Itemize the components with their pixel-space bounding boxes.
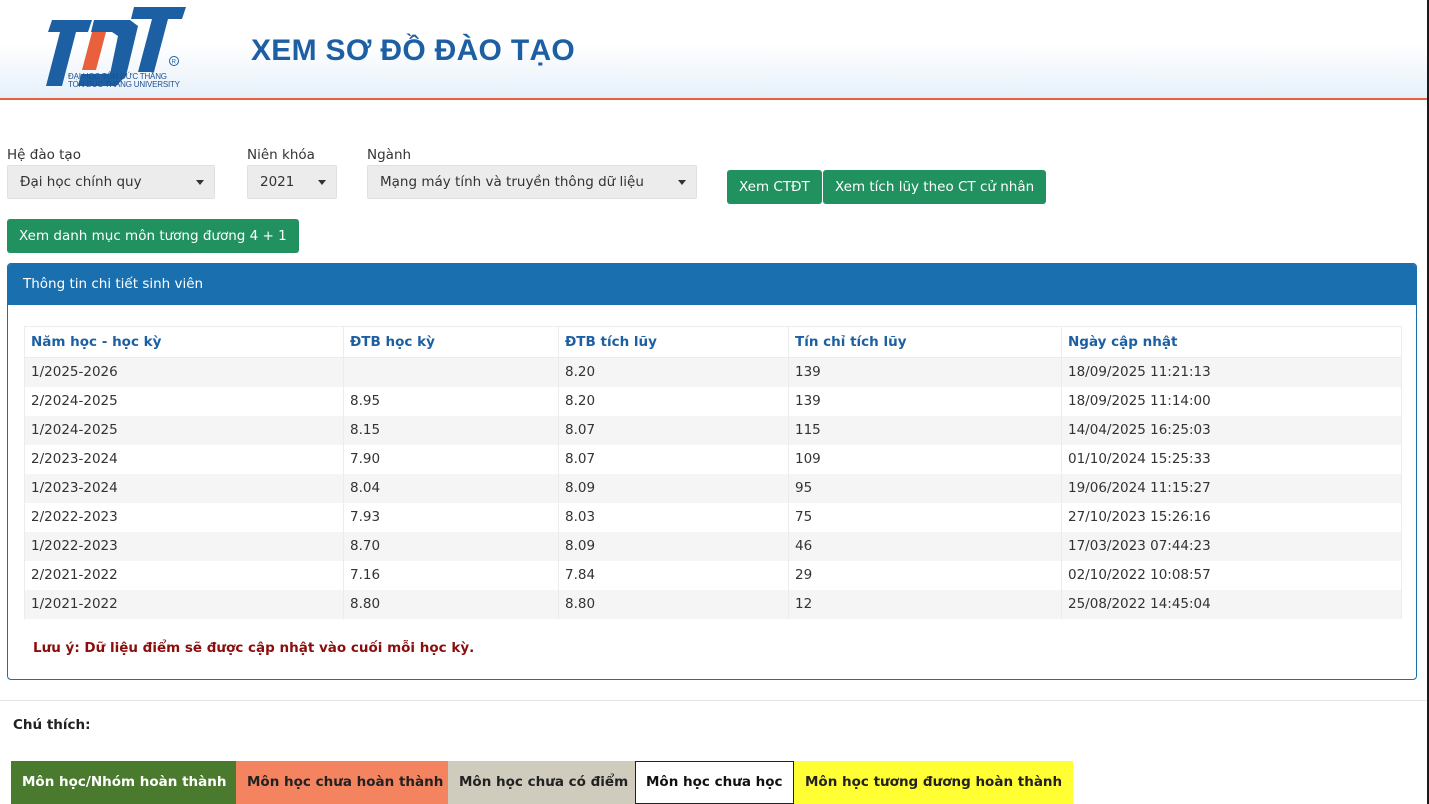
table-cell: 8.70 xyxy=(343,531,559,561)
column-header: ĐTB tích lũy xyxy=(558,326,789,358)
table-cell: 12 xyxy=(788,589,1062,619)
xem-tich-luy-button[interactable]: Xem tích lũy theo CT cử nhân xyxy=(823,170,1047,204)
table-cell: 8.03 xyxy=(558,502,789,532)
table-cell: 1/2021-2022 xyxy=(24,589,344,619)
table-cell: 29 xyxy=(788,560,1062,590)
column-header: Ngày cập nhật xyxy=(1061,326,1402,358)
table-cell: 8.09 xyxy=(558,473,789,503)
chevron-down-icon xyxy=(678,180,686,185)
table-cell: 7.16 xyxy=(343,560,559,590)
table-cell: 14/04/2025 16:25:03 xyxy=(1061,415,1402,445)
xem-ctdt-button[interactable]: Xem CTĐT xyxy=(727,170,822,204)
he-dao-tao-value: Đại học chính quy xyxy=(20,174,142,190)
table-cell: 109 xyxy=(788,444,1062,474)
table-cell: 2/2024-2025 xyxy=(24,386,344,416)
table-cell: 25/08/2022 14:45:04 xyxy=(1061,589,1402,619)
section-divider xyxy=(0,700,1427,701)
column-header: ĐTB học kỳ xyxy=(343,326,559,358)
table-cell: 1/2024-2025 xyxy=(24,415,344,445)
table-cell: 19/06/2024 11:15:27 xyxy=(1061,473,1402,503)
table-cell: 7.90 xyxy=(343,444,559,474)
table-cell: 139 xyxy=(788,386,1062,416)
table-cell: 2/2023-2024 xyxy=(24,444,344,474)
semester-results-table: Năm học - học kỳ ĐTB học kỳ ĐTB tích lũy… xyxy=(24,326,1402,619)
table-row: 1/2022-2023 8.70 8.09 46 17/03/2023 07:44:23 xyxy=(24,531,1402,561)
table-cell: 8.20 xyxy=(558,357,789,387)
table-row: 1/2023-2024 8.04 8.09 95 19/06/2024 11:15:27 xyxy=(24,473,1402,503)
table-cell: 18/09/2025 11:14:00 xyxy=(1061,386,1402,416)
legend-item: Môn học chưa có điểm xyxy=(448,761,640,804)
nien-khoa-select[interactable]: 2021 xyxy=(247,165,337,199)
table-row: 1/2025-2026 8.20 139 18/09/2025 11:21:13 xyxy=(24,357,1402,387)
he-dao-tao-select[interactable]: Đại học chính quy xyxy=(7,165,215,199)
table-cell: 2/2022-2023 xyxy=(24,502,344,532)
panel-heading: Thông tin chi tiết sinh viên xyxy=(8,264,1416,305)
logo-subtitle-en: TON DUC THANG UNIVERSITY xyxy=(68,80,180,89)
legend-item: Môn học tương đương hoàn thành xyxy=(794,761,1074,804)
page-header: R ĐẠI HỌC TÔN ĐỨC THẮNG TON DUC THANG UN… xyxy=(0,0,1427,100)
column-header: Năm học - học kỳ xyxy=(24,326,344,358)
table-cell: 139 xyxy=(788,357,1062,387)
table-row: 1/2024-2025 8.15 8.07 115 14/04/2025 16:25:0… xyxy=(24,415,1402,445)
he-dao-tao-label: Hệ đào tạo xyxy=(7,147,81,163)
table-row: 1/2021-2022 8.80 8.80 12 25/08/2022 14:45:04 xyxy=(24,589,1402,619)
chevron-down-icon xyxy=(318,180,326,185)
table-cell: 2/2021-2022 xyxy=(24,560,344,590)
table-cell: 7.84 xyxy=(558,560,789,590)
xem-danh-muc-tuong-duong-button[interactable]: Xem danh mục môn tương đương 4 + 1 xyxy=(7,219,299,253)
update-note: Lưu ý: Dữ liệu điểm sẽ được cập nhật vào… xyxy=(33,640,475,656)
table-row: 2/2023-2024 7.90 8.07 109 01/10/2024 15:25:3… xyxy=(24,444,1402,474)
table-cell: 01/10/2024 15:25:33 xyxy=(1061,444,1402,474)
table-cell: 8.95 xyxy=(343,386,559,416)
legend-item: Môn học/Nhóm hoàn thành xyxy=(11,761,238,804)
table-cell: 115 xyxy=(788,415,1062,445)
table-cell: 75 xyxy=(788,502,1062,532)
table-cell xyxy=(343,357,559,387)
table-cell: 8.04 xyxy=(343,473,559,503)
table-cell: 1/2022-2023 xyxy=(24,531,344,561)
table-cell: 7.93 xyxy=(343,502,559,532)
table-cell: 8.15 xyxy=(343,415,559,445)
nganh-label: Ngành xyxy=(367,147,412,163)
table-row: 2/2021-2022 7.16 7.84 29 02/10/2022 10:08:57 xyxy=(24,560,1402,590)
nien-khoa-label: Niên khóa xyxy=(247,147,315,163)
table-row: 2/2022-2023 7.93 8.03 75 27/10/2023 15:26:16 xyxy=(24,502,1402,532)
column-header: Tín chỉ tích lũy xyxy=(788,326,1062,358)
table-cell: 95 xyxy=(788,473,1062,503)
legend-item: Môn học chưa hoàn thành xyxy=(236,761,455,804)
chevron-down-icon xyxy=(196,180,204,185)
table-cell: 8.07 xyxy=(558,444,789,474)
table-row: 2/2024-2025 8.95 8.20 139 18/09/2025 11:14:0… xyxy=(24,386,1402,416)
table-cell: 02/10/2022 10:08:57 xyxy=(1061,560,1402,590)
table-header-row: Năm học - học kỳ ĐTB học kỳ ĐTB tích lũy… xyxy=(24,326,1402,358)
table-cell: 18/09/2025 11:21:13 xyxy=(1061,357,1402,387)
table-cell: 8.80 xyxy=(343,589,559,619)
table-cell: 17/03/2023 07:44:23 xyxy=(1061,531,1402,561)
page-title: XEM SƠ ĐỒ ĐÀO TẠO xyxy=(251,34,576,67)
svg-text:R: R xyxy=(172,60,177,66)
table-cell: 8.80 xyxy=(558,589,789,619)
table-cell: 8.07 xyxy=(558,415,789,445)
table-cell: 1/2023-2024 xyxy=(24,473,344,503)
student-info-panel: Thông tin chi tiết sinh viên Năm học - h… xyxy=(7,263,1417,680)
table-cell: 46 xyxy=(788,531,1062,561)
nganh-select[interactable]: Mạng máy tính và truyền thông dữ liệu xyxy=(367,165,697,199)
table-cell: 27/10/2023 15:26:16 xyxy=(1061,502,1402,532)
legend-item: Môn học chưa học xyxy=(635,761,794,804)
logo-subtitle: ĐẠI HỌC TÔN ĐỨC THẮNG TON DUC THANG UNIV… xyxy=(68,73,188,89)
table-cell: 1/2025-2026 xyxy=(24,357,344,387)
nganh-value: Mạng máy tính và truyền thông dữ liệu xyxy=(380,174,644,190)
table-cell: 8.09 xyxy=(558,531,789,561)
legend-title: Chú thích: xyxy=(13,717,91,733)
nien-khoa-value: 2021 xyxy=(260,174,295,190)
table-cell: 8.20 xyxy=(558,386,789,416)
